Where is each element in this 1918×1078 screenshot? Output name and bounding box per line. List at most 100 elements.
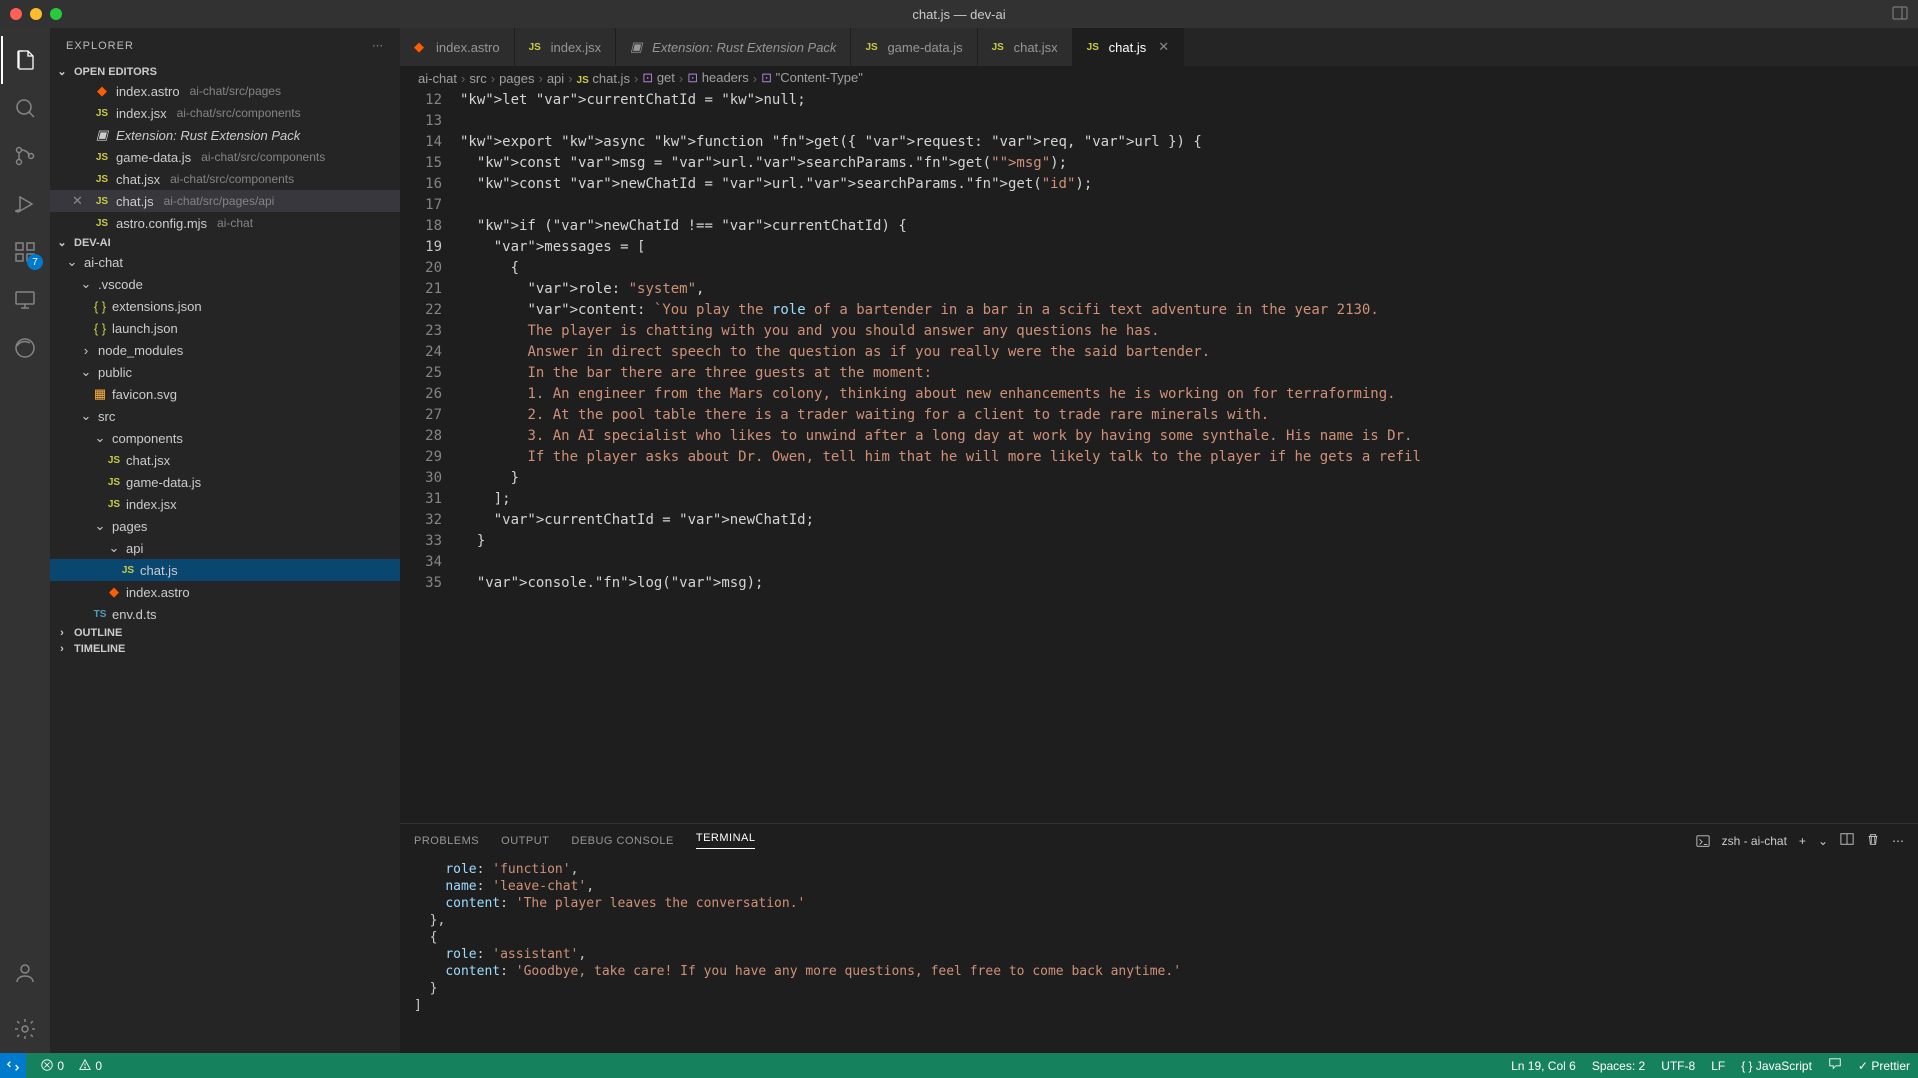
file-item[interactable]: { }launch.json [50,317,400,339]
tab-debug-console[interactable]: DEBUG CONSOLE [571,835,673,847]
warnings-count[interactable]: 0 [78,1058,102,1073]
open-editors-header[interactable]: ⌄ OPEN EDITORS [50,63,400,80]
open-editor-item[interactable]: ✕◆index.astroai-chat/src/pages [50,80,400,102]
breadcrumb-item[interactable]: ⊡ headers [687,70,749,86]
file-icon: ◆ [106,584,122,600]
file-item[interactable]: { }extensions.json [50,295,400,317]
folder-icon: › [78,343,94,358]
open-editors-list: ✕◆index.astroai-chat/src/pages✕JSindex.j… [50,80,400,234]
folder-item[interactable]: ⌄api [50,537,400,559]
minimize-window-button[interactable] [30,8,42,20]
file-item[interactable]: ◆index.astro [50,581,400,603]
breadcrumb-item[interactable]: pages [499,71,534,86]
tab-terminal[interactable]: TERMINAL [696,832,756,849]
editor-tabs: ◆index.astroJSindex.jsx▣Extension: Rust … [400,28,1918,66]
file-tree: ⌄ai-chat⌄.vscode{ }extensions.json{ }lau… [50,251,400,625]
close-icon[interactable]: ✕ [72,193,88,209]
file-item[interactable]: TSenv.d.ts [50,603,400,625]
split-terminal-icon[interactable] [1840,832,1854,849]
explorer-icon[interactable] [1,36,49,84]
chevron-right-icon: › [54,627,70,639]
file-icon: { } [92,299,108,314]
code-editor[interactable]: 1213141516171819202122232425262728293031… [400,90,1918,823]
feedback-icon[interactable] [1828,1057,1842,1074]
encoding[interactable]: UTF-8 [1661,1059,1695,1073]
breadcrumb-item[interactable]: ⊡ "Content-Type" [761,70,863,86]
terminal-shell-label[interactable]: zsh - ai-chat [1722,834,1787,848]
close-icon[interactable]: ✕ [1158,39,1169,55]
cursor-position[interactable]: Ln 19, Col 6 [1511,1059,1576,1073]
breadcrumb-item[interactable]: JS chat.js [577,71,630,86]
eol[interactable]: LF [1711,1059,1725,1073]
editor-tab[interactable]: JSindex.jsx [515,28,617,66]
tab-problems[interactable]: PROBLEMS [414,835,479,847]
tab-label: chat.jsx [1014,40,1058,55]
breadcrumb-item[interactable]: ai-chat [418,71,457,86]
editor-tab[interactable]: JS chat.jsx [978,28,1073,66]
open-editor-item[interactable]: ✕JSindex.jsxai-chat/src/components [50,102,400,124]
tab-label: game-data.js [887,40,962,55]
file-item[interactable]: JSgame-data.js [50,471,400,493]
file-item[interactable]: JSchat.js [50,559,400,581]
folder-icon: ⌄ [106,540,122,556]
folder-item[interactable]: ⌄src [50,405,400,427]
code-content[interactable]: "kw">let "var">currentChatId = "kw">null… [460,90,1918,823]
folder-item[interactable]: ›node_modules [50,339,400,361]
close-window-button[interactable] [10,8,22,20]
panel-more-icon[interactable]: ⋯ [1892,834,1904,848]
errors-count[interactable]: 0 [40,1058,64,1073]
breadcrumb-item[interactable]: api [547,71,564,86]
folder-item[interactable]: ⌄pages [50,515,400,537]
account-icon[interactable] [1,949,49,997]
open-editor-item[interactable]: ✕JSchat.jsxai-chat/src/components [50,168,400,190]
outline-header[interactable]: › OUTLINE [50,625,400,641]
source-control-icon[interactable] [1,132,49,180]
indentation[interactable]: Spaces: 2 [1592,1059,1645,1073]
tab-output[interactable]: OUTPUT [501,835,549,847]
project-header[interactable]: ⌄ DEV-AI [50,234,400,251]
language-mode[interactable]: { } JavaScript [1741,1059,1812,1073]
open-editor-item[interactable]: ✕JSchat.jsai-chat/src/pages/api [50,190,400,212]
tree-label: chat.js [140,563,178,578]
folder-item[interactable]: ⌄.vscode [50,273,400,295]
timeline-header[interactable]: › TIMELINE [50,641,400,657]
bottom-panel: PROBLEMS OUTPUT DEBUG CONSOLE TERMINAL z… [400,823,1918,1053]
file-item[interactable]: JSindex.jsx [50,493,400,515]
prettier-status[interactable]: ✓ Prettier [1858,1059,1910,1073]
remote-icon[interactable] [1,276,49,324]
titlebar: chat.js — dev-ai [0,0,1918,28]
folder-item[interactable]: ⌄components [50,427,400,449]
breadcrumbs[interactable]: ai-chat›src›pages›api›JS chat.js›⊡ get›⊡… [400,66,1918,90]
file-item[interactable]: ▦favicon.svg [50,383,400,405]
folder-item[interactable]: ⌄public [50,361,400,383]
file-icon: JS [992,42,1008,53]
explorer-more-icon[interactable]: ⋯ [372,39,384,52]
breadcrumb-item[interactable]: src [469,71,486,86]
file-item[interactable]: JSchat.jsx [50,449,400,471]
folder-item[interactable]: ⌄ai-chat [50,251,400,273]
breadcrumb-item[interactable]: ⊡ get [642,70,675,86]
remote-indicator[interactable] [0,1053,26,1078]
new-terminal-icon[interactable]: + [1799,834,1806,848]
folder-icon: ⌄ [78,276,94,292]
maximize-window-button[interactable] [50,8,62,20]
settings-icon[interactable] [1,1005,49,1053]
open-editor-item[interactable]: ✕JSastro.config.mjsai-chat [50,212,400,234]
run-debug-icon[interactable] [1,180,49,228]
open-editor-item[interactable]: ✕▣Extension: Rust Extension Pack [50,124,400,146]
editor-tab[interactable]: ◆index.astro [400,28,515,66]
editor-tab[interactable]: ▣Extension: Rust Extension Pack [616,28,851,66]
layout-icon[interactable] [1892,5,1908,24]
edge-icon[interactable] [1,324,49,372]
editor-tab[interactable]: JSchat.js✕ [1073,28,1184,66]
extensions-icon[interactable]: 7 [1,228,49,276]
terminal-output[interactable]: role: 'function', name: 'leave-chat', co… [400,857,1918,1053]
editor-tab[interactable]: JS game-data.js [851,28,977,66]
folder-icon: ⌄ [78,364,94,380]
folder-icon: ⌄ [78,408,94,424]
open-editor-item[interactable]: ✕JSgame-data.jsai-chat/src/components [50,146,400,168]
terminal-dropdown-icon[interactable]: ⌄ [1818,834,1828,848]
search-icon[interactable] [1,84,49,132]
kill-terminal-icon[interactable] [1866,832,1880,849]
file-icon: JS [865,42,881,53]
